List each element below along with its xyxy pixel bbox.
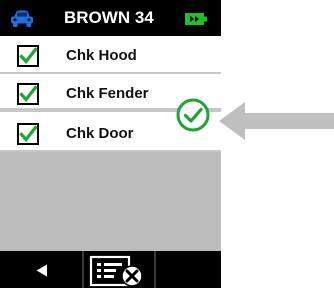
back-button[interactable] [0, 251, 82, 288]
cancel-list-icon [89, 255, 143, 287]
pointer-arrow-icon [219, 102, 334, 140]
page-title: BROWN 34 [64, 8, 154, 27]
checklist: Chk Hood Chk Fender Chk Door [0, 36, 221, 152]
header-bar: BROWN 34 [0, 0, 221, 36]
checkmark-circle-icon [176, 98, 210, 132]
checklist-item-label: Chk Fender [66, 85, 149, 102]
car-icon [11, 10, 33, 27]
softkey-empty[interactable] [156, 251, 221, 288]
checklist-item-label: Chk Hood [66, 47, 137, 64]
checkbox-checked-icon[interactable] [17, 123, 39, 145]
divider [0, 150, 221, 152]
device-screen: BROWN 34 Chk Hood Chk Fender Chk Door [0, 0, 221, 288]
cancel-list-button[interactable] [84, 251, 154, 288]
checkbox-checked-icon[interactable] [17, 83, 39, 105]
checklist-item-label: Chk Door [66, 125, 134, 142]
battery-icon [185, 13, 207, 25]
back-arrow-icon [36, 264, 47, 277]
checkbox-checked-icon[interactable] [17, 45, 39, 67]
checklist-item[interactable]: Chk Hood [0, 36, 221, 74]
footer-bar [0, 251, 221, 288]
